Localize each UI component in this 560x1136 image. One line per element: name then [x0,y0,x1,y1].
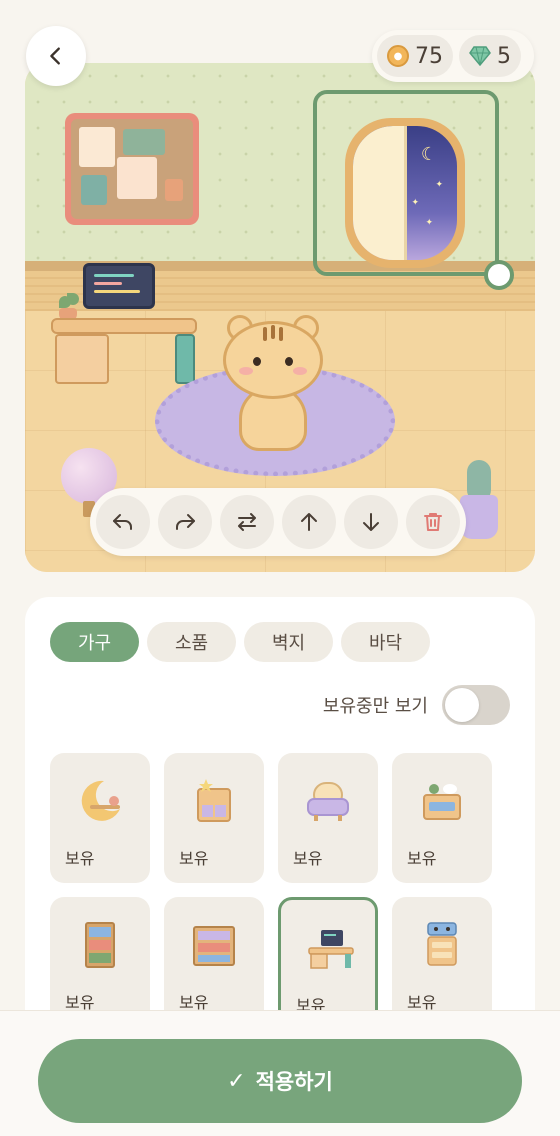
coin-count: 75 [415,43,443,69]
bookshelf-tall-icon [74,917,126,973]
trash-icon [424,513,442,531]
coin-balance[interactable]: ● 75 [377,35,453,77]
apply-button-label: 적용하기 [255,1070,333,1094]
tab-floor[interactable]: 바닥 [341,622,430,662]
redo-icon [176,514,195,530]
swap-button[interactable] [220,495,274,549]
currency-bar: ● 75 5 [372,30,534,82]
owned-filter-label: 보유중만 보기 [322,696,428,717]
undo-icon [113,514,132,530]
computer-desk-icon [305,920,357,976]
chevron-left-icon [50,47,60,65]
selection-outline [313,90,499,276]
armchair-icon [302,773,354,829]
gem-count: 5 [497,43,511,69]
toggle-knob [445,688,479,722]
tab-wallpaper[interactable]: 벽지 [244,622,333,662]
move-down-button[interactable] [344,495,398,549]
check-icon: ✓ [227,1068,246,1094]
item-card-moon-shelf[interactable]: 보유 [50,753,150,883]
desk-item[interactable] [51,318,197,384]
item-grid: 보유 보유 보유 보유 보유 보유 보유 보유 [50,753,494,1027]
delete-button[interactable] [406,495,460,549]
item-card-cabinet[interactable]: 보유 [164,753,264,883]
pinboard-item[interactable] [65,113,199,225]
gem-icon [469,46,491,66]
item-card-nightstand[interactable]: 보유 [392,753,492,883]
item-status-label: 보유 [407,849,437,868]
undo-button[interactable] [96,495,150,549]
swap-icon [238,513,256,531]
coin-icon: ● [387,45,409,67]
nightstand-icon [416,773,468,829]
item-card-bookshelf-wide[interactable]: 보유 [164,897,264,1027]
footer-bar: ✓ 적용하기 [0,1010,560,1136]
item-card-bookshelf-tall[interactable]: 보유 [50,897,150,1027]
redo-button[interactable] [158,495,212,549]
cabinet-icon [188,773,240,829]
tiger-character[interactable] [223,315,323,453]
moon-shelf-icon [74,773,126,829]
item-card-armchair[interactable]: 보유 [278,753,378,883]
item-status-label: 보유 [65,849,95,868]
back-button[interactable] [26,26,86,86]
apply-button[interactable]: ✓ 적용하기 [38,1039,522,1123]
gem-balance[interactable]: 5 [459,35,521,77]
arrow-down-icon [363,513,379,531]
category-tabs: 가구 소품 벽지 바닥 [50,622,430,662]
tab-furniture[interactable]: 가구 [50,622,139,662]
resize-handle[interactable] [484,260,514,290]
item-status-label: 보유 [293,849,323,868]
item-card-computer-desk[interactable]: 보유 [278,897,378,1027]
bookshelf-wide-icon [188,917,240,973]
move-up-button[interactable] [282,495,336,549]
owned-filter: 보유중만 보기 [323,685,510,725]
robot-drawer-icon [416,917,468,973]
edit-toolbar [90,488,466,556]
tab-props[interactable]: 소품 [147,622,236,662]
monitor-item [83,263,155,309]
owned-only-toggle[interactable] [442,685,510,725]
item-status-label: 보유 [179,849,209,868]
item-card-robot-drawer[interactable]: 보유 [392,897,492,1027]
arrow-up-icon [301,513,317,531]
